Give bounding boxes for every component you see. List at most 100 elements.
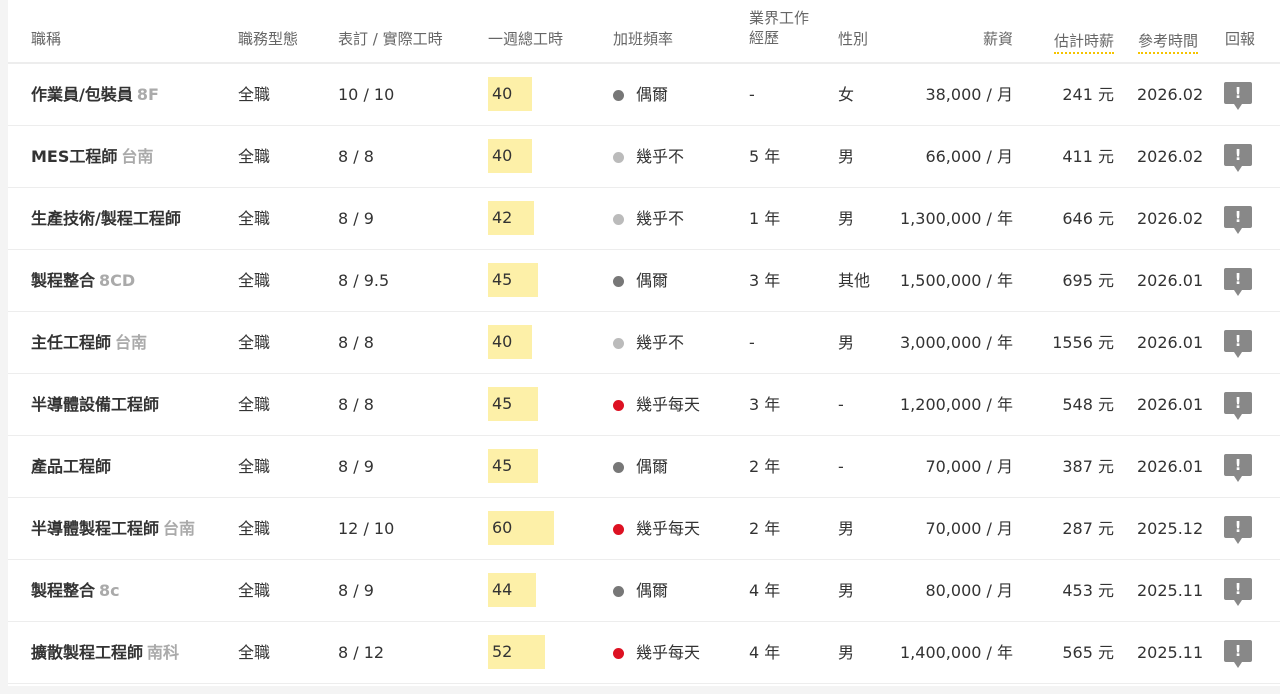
- experience: -: [749, 333, 755, 352]
- hourly-wage: 411 元: [1062, 147, 1114, 166]
- contract-actual-hours: 8 / 9: [338, 457, 374, 476]
- salary: 1,500,000 / 年: [900, 271, 1013, 290]
- job-title[interactable]: 主任工程師: [31, 333, 111, 352]
- gender: 其他: [838, 271, 871, 290]
- overtime-dot-icon: [613, 648, 624, 659]
- experience: 4 年: [749, 581, 781, 600]
- job-title[interactable]: 產品工程師: [31, 457, 111, 476]
- header-reference-time[interactable]: 參考時間: [1138, 31, 1199, 54]
- job-type: 全職: [238, 271, 271, 290]
- job-location: 8F: [136, 85, 159, 104]
- experience: 2 年: [749, 457, 781, 476]
- hourly-wage: 453 元: [1062, 581, 1114, 600]
- overtime-label: 幾乎每天: [636, 519, 701, 538]
- reference-time: 2026.01: [1137, 271, 1204, 290]
- reference-time: 2026.02: [1137, 209, 1204, 228]
- salary: 80,000 / 月: [925, 581, 1013, 600]
- overtime-dot-icon: [613, 524, 624, 535]
- overtime-frequency: 幾乎每天: [613, 622, 700, 683]
- report-flag-icon[interactable]: !: [1224, 640, 1252, 668]
- report-flag-icon[interactable]: !: [1224, 516, 1252, 544]
- report-flag-icon[interactable]: !: [1224, 330, 1252, 358]
- gender: 男: [838, 209, 855, 228]
- table-row: 擴散製程工程師 南科 全職 8 / 12 52 幾乎每天 4 年 男 1,400,…: [8, 622, 1280, 684]
- report-flag-icon[interactable]: !: [1224, 206, 1252, 234]
- job-title[interactable]: 半導體設備工程師: [31, 395, 159, 414]
- overtime-frequency: 偶爾: [613, 250, 668, 311]
- job-title-cell[interactable]: 產品工程師: [31, 436, 115, 497]
- job-title-cell[interactable]: 製程整合 8c: [31, 560, 120, 621]
- overtime-dot-icon: [613, 586, 624, 597]
- weekly-hours-bar: 44: [488, 573, 536, 607]
- reference-time: 2026.02: [1137, 147, 1204, 166]
- job-title-cell[interactable]: 製程整合 8CD: [31, 250, 135, 311]
- job-location: 南科: [147, 643, 180, 662]
- gender: 女: [838, 85, 855, 104]
- job-title[interactable]: 生產技術/製程工程師: [31, 209, 181, 228]
- header-experience: 業界工作 經歷: [749, 8, 809, 48]
- job-title-cell[interactable]: 作業員/包裝員 8F: [31, 64, 159, 125]
- experience: 3 年: [749, 271, 781, 290]
- table-row: 半導體製程工程師 台南 全職 12 / 10 60 幾乎每天 2 年 男 70,0…: [8, 498, 1280, 560]
- contract-actual-hours: 8 / 8: [338, 333, 374, 352]
- report-flag-icon[interactable]: !: [1224, 268, 1252, 296]
- gender: 男: [838, 581, 855, 600]
- salary: 3,000,000 / 年: [900, 333, 1013, 352]
- job-type: 全職: [238, 209, 271, 228]
- job-type: 全職: [238, 147, 271, 166]
- contract-actual-hours: 8 / 12: [338, 643, 385, 662]
- gender: 男: [838, 333, 855, 352]
- job-title-cell[interactable]: 半導體製程工程師 台南: [31, 498, 195, 559]
- salary: 1,400,000 / 年: [900, 643, 1013, 662]
- contract-actual-hours: 8 / 8: [338, 147, 374, 166]
- job-location: 8CD: [99, 271, 136, 290]
- experience: 1 年: [749, 209, 781, 228]
- report-flag-icon[interactable]: !: [1224, 392, 1252, 420]
- experience: 4 年: [749, 643, 781, 662]
- job-title[interactable]: MES工程師: [31, 147, 117, 166]
- weekly-hours-bar: 45: [488, 263, 538, 297]
- job-title[interactable]: 作業員/包裝員: [31, 85, 133, 104]
- overtime-frequency: 幾乎每天: [613, 374, 700, 435]
- job-title[interactable]: 製程整合: [31, 271, 95, 290]
- overtime-dot-icon: [613, 276, 624, 287]
- salary: 1,300,000 / 年: [900, 209, 1013, 228]
- overtime-label: 幾乎每天: [636, 395, 701, 414]
- overtime-label: 偶爾: [636, 581, 669, 600]
- job-title-cell[interactable]: MES工程師 台南: [31, 126, 153, 187]
- overtime-label: 偶爾: [636, 457, 669, 476]
- weekly-hours-bar: 42: [488, 201, 534, 235]
- job-title-cell[interactable]: 擴散製程工程師 南科: [31, 622, 179, 683]
- experience: 2 年: [749, 519, 781, 538]
- job-title-cell[interactable]: 主任工程師 台南: [31, 312, 147, 373]
- salary: 1,200,000 / 年: [900, 395, 1013, 414]
- overtime-dot-icon: [613, 400, 624, 411]
- job-title-cell[interactable]: 半導體設備工程師: [31, 374, 163, 435]
- table-row: 生產技術/製程工程師 全職 8 / 9 42 幾乎不 1 年 男 1,300,0…: [8, 188, 1280, 250]
- job-title[interactable]: 擴散製程工程師: [31, 643, 143, 662]
- contract-actual-hours: 8 / 9.5: [338, 271, 390, 290]
- job-title-cell[interactable]: 生產技術/製程工程師: [31, 188, 185, 249]
- weekly-hours-bar: 52: [488, 635, 545, 669]
- salary: 38,000 / 月: [925, 85, 1013, 104]
- report-flag-icon[interactable]: !: [1224, 82, 1252, 110]
- reference-time: 2026.01: [1137, 333, 1204, 352]
- job-location: 台南: [115, 333, 148, 352]
- table-header: 職稱 職務型態 表訂 / 實際工時 一週總工時 加班頻率 業界工作 經歷 性別 …: [8, 0, 1280, 64]
- overtime-dot-icon: [613, 214, 624, 225]
- job-location: 台南: [121, 147, 154, 166]
- header-experience-line1: 業界工作: [749, 9, 810, 27]
- report-flag-icon[interactable]: !: [1224, 144, 1252, 172]
- job-title[interactable]: 製程整合: [31, 581, 95, 600]
- header-hourly-wage[interactable]: 估計時薪: [1028, 31, 1114, 54]
- hourly-wage: 241 元: [1062, 85, 1114, 104]
- report-flag-icon[interactable]: !: [1224, 578, 1252, 606]
- gender: 男: [838, 519, 855, 538]
- hourly-wage: 1556 元: [1052, 333, 1114, 352]
- header-weekly-hours: 一週總工時: [488, 30, 564, 48]
- hourly-wage: 387 元: [1062, 457, 1114, 476]
- overtime-label: 幾乎不: [636, 147, 685, 166]
- job-title[interactable]: 半導體製程工程師: [31, 519, 159, 538]
- report-flag-icon[interactable]: !: [1224, 454, 1252, 482]
- overtime-frequency: 偶爾: [613, 560, 668, 621]
